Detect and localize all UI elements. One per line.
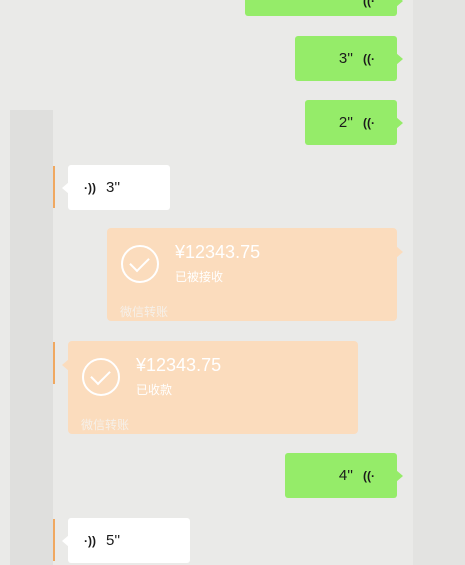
transfer-status: 已收款 [136, 383, 173, 397]
transfer-card-received[interactable]: ¥12343.75 已收款 微信转账 [62, 341, 358, 434]
transfer-status: 已被接收 [175, 270, 224, 284]
voice-duration: 3'' [106, 179, 121, 196]
check-circle-icon [121, 245, 159, 283]
voice-wave-icon: ·)) [84, 533, 96, 548]
voice-message-sent[interactable]: 3'' ((· [295, 36, 403, 81]
transfer-amount: ¥12343.75 [175, 242, 261, 262]
voice-wave-icon: ·)) [84, 180, 96, 195]
voice-message-received[interactable]: ·)) 3'' [62, 165, 170, 210]
transfer-footer: 微信转账 [81, 418, 130, 432]
voice-message-received[interactable]: ·)) 5'' [62, 518, 190, 563]
voice-duration: 5'' [106, 532, 121, 549]
voice-wave-icon: ((· [363, 0, 375, 8]
voice-message-sent[interactable]: 2'' ((· [305, 100, 403, 145]
voice-message-sent[interactable]: 4'' ((· [285, 453, 403, 498]
voice-duration: 2'' [338, 114, 353, 131]
voice-duration: 4'' [338, 467, 353, 484]
avatar[interactable] [10, 342, 55, 384]
voice-wave-icon: ((· [363, 468, 375, 483]
avatar[interactable] [10, 166, 55, 208]
voice-wave-icon: ((· [363, 51, 375, 66]
transfer-card-sent[interactable]: ¥12343.75 已被接收 微信转账 [107, 228, 403, 321]
voice-duration: 3'' [338, 50, 353, 67]
check-circle-icon [82, 358, 120, 396]
transfer-footer: 微信转账 [120, 305, 169, 319]
transfer-amount: ¥12343.75 [136, 355, 222, 375]
right-edge-panel [413, 0, 465, 565]
voice-wave-icon: ((· [363, 115, 375, 130]
avatar[interactable] [10, 519, 55, 561]
voice-message-sent-partial[interactable]: ((· [245, 0, 403, 16]
